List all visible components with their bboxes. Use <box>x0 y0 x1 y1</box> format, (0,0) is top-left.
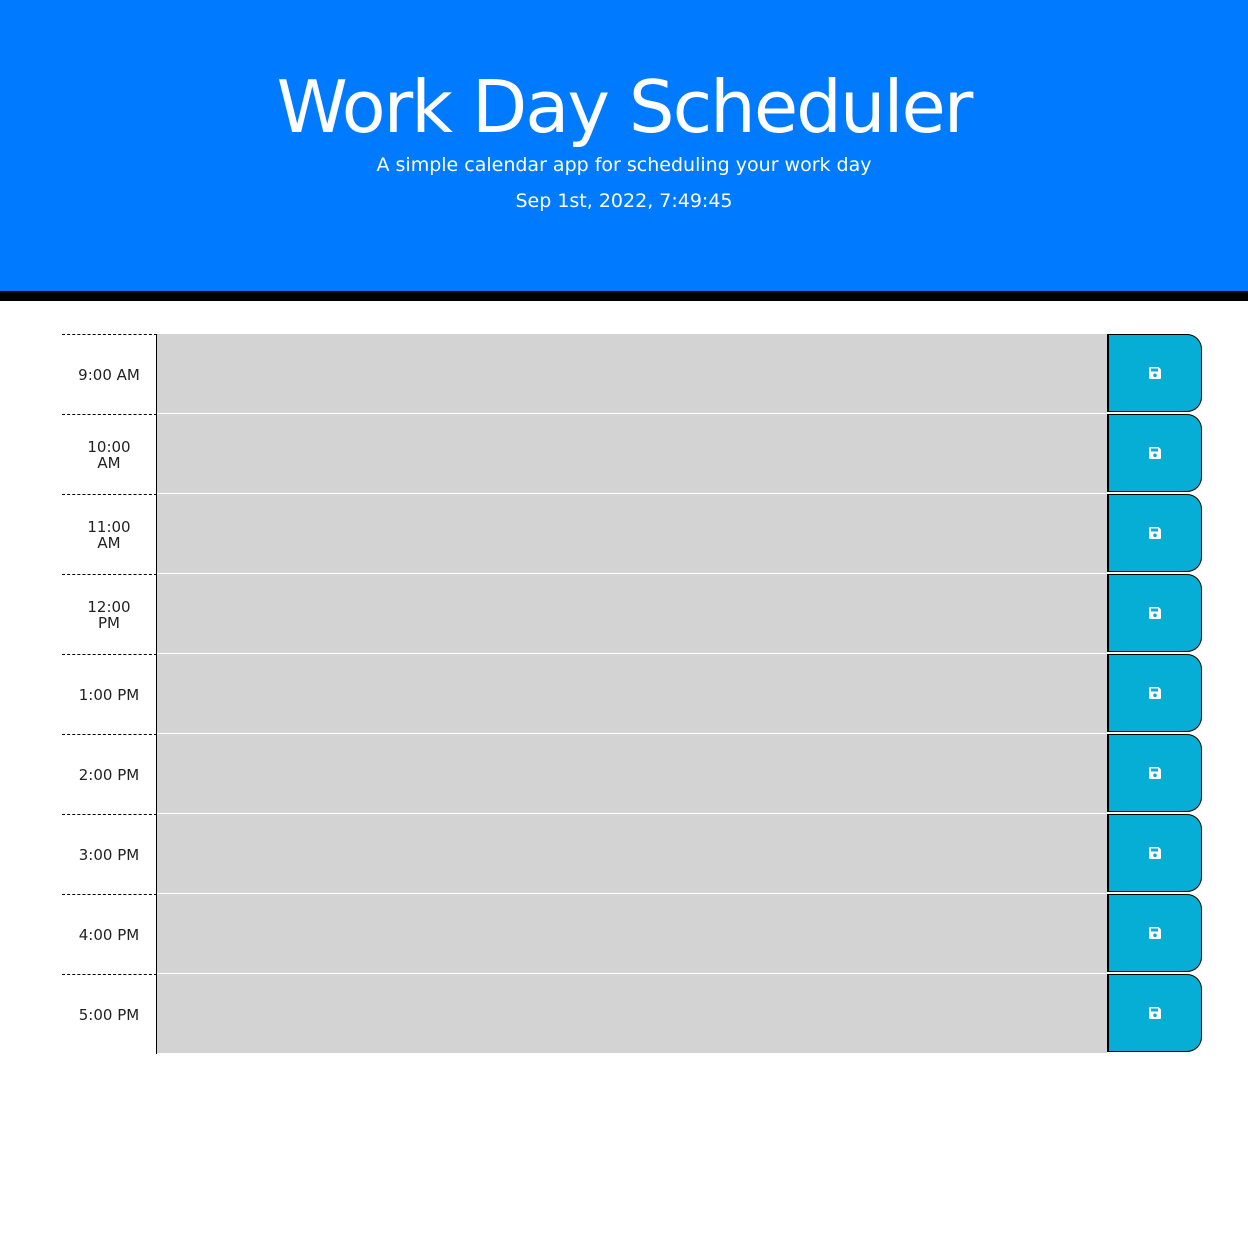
floppy-disk-icon <box>1149 447 1161 459</box>
event-description-input[interactable] <box>157 494 1107 574</box>
save-button[interactable] <box>1107 574 1202 652</box>
hour-label-text: 4:00 PM <box>78 925 140 944</box>
event-description-input[interactable] <box>157 814 1107 894</box>
hour-label-text: 12:00 PM <box>87 597 131 632</box>
event-description-input[interactable] <box>157 334 1107 414</box>
time-block-row: 11:00 AM <box>62 494 1203 574</box>
floppy-disk-icon <box>1149 687 1161 699</box>
floppy-disk-icon <box>1149 767 1161 779</box>
floppy-disk-icon <box>1149 847 1161 859</box>
event-description-input[interactable] <box>157 654 1107 734</box>
time-block-row: 5:00 PM <box>62 974 1203 1054</box>
hour-label: 12:00 PM <box>62 574 157 654</box>
event-description-input[interactable] <box>157 574 1107 654</box>
hour-label-text: 5:00 PM <box>78 1005 140 1024</box>
floppy-disk-icon <box>1149 367 1161 379</box>
hour-label: 4:00 PM <box>62 894 157 974</box>
time-block-row: 10:00 AM <box>62 414 1203 494</box>
hour-label-text: 10:00 AM <box>87 437 131 472</box>
save-button[interactable] <box>1107 494 1202 572</box>
save-button[interactable] <box>1107 814 1202 892</box>
current-date: Sep 1st, 2022, 7:49:45 <box>515 190 733 212</box>
time-block-row: 12:00 PM <box>62 574 1203 654</box>
hour-label: 9:00 AM <box>62 334 157 414</box>
hour-label-text: 9:00 AM <box>78 365 140 384</box>
time-block-row: 2:00 PM <box>62 734 1203 814</box>
save-button[interactable] <box>1107 334 1202 412</box>
floppy-disk-icon <box>1149 1007 1161 1019</box>
hour-label: 3:00 PM <box>62 814 157 894</box>
floppy-disk-icon <box>1149 607 1161 619</box>
hour-label: 2:00 PM <box>62 734 157 814</box>
hour-label-text: 11:00 AM <box>87 517 131 552</box>
event-description-input[interactable] <box>157 734 1107 814</box>
floppy-disk-icon <box>1149 927 1161 939</box>
event-description-input[interactable] <box>157 414 1107 494</box>
save-button[interactable] <box>1107 654 1202 732</box>
floppy-disk-icon <box>1149 527 1161 539</box>
save-button[interactable] <box>1107 894 1202 972</box>
page-subtitle: A simple calendar app for scheduling you… <box>376 154 872 176</box>
hour-label-text: 3:00 PM <box>78 845 140 864</box>
hour-label: 10:00 AM <box>62 414 157 494</box>
event-description-input[interactable] <box>157 894 1107 974</box>
save-button[interactable] <box>1107 734 1202 812</box>
page-title: Work Day Scheduler <box>276 65 974 149</box>
event-description-input[interactable] <box>157 974 1107 1054</box>
hour-label-text: 1:00 PM <box>78 685 140 704</box>
save-button[interactable] <box>1107 414 1202 492</box>
hour-label-text: 2:00 PM <box>78 765 140 784</box>
time-block-row: 3:00 PM <box>62 814 1203 894</box>
schedule-container: 9:00 AM 10:00 AM 11:00 AM 12:00 PM 1:00 PM 2:… <box>62 334 1203 1054</box>
time-block-row: 9:00 AM <box>62 334 1203 414</box>
time-block-row: 1:00 PM <box>62 654 1203 734</box>
time-block-row: 4:00 PM <box>62 894 1203 974</box>
hour-label: 5:00 PM <box>62 974 157 1054</box>
hour-label: 11:00 AM <box>62 494 157 574</box>
hour-label: 1:00 PM <box>62 654 157 734</box>
page-header: Work Day Scheduler A simple calendar app… <box>0 0 1248 301</box>
save-button[interactable] <box>1107 974 1202 1052</box>
